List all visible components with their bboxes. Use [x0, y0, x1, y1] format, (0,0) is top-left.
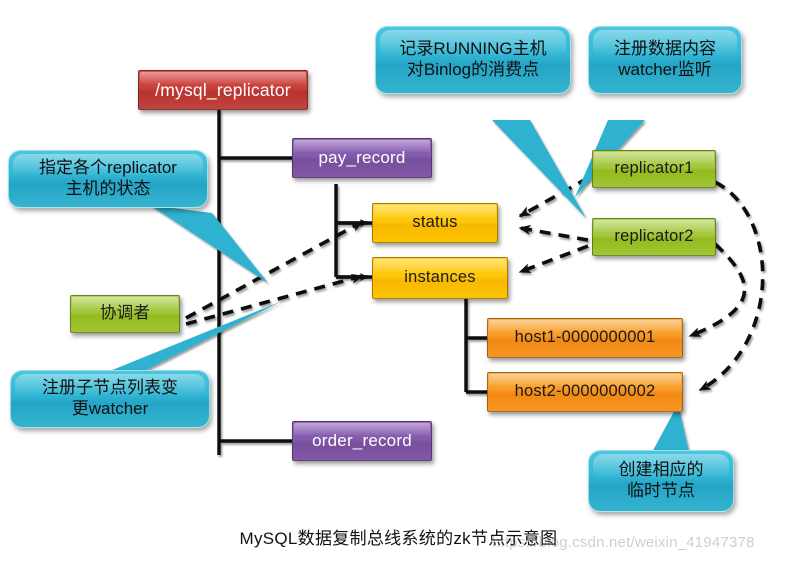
znode-order-record-label: order_record [312, 431, 412, 451]
callout-child-watcher-line1: 注册子节点列表变 [42, 378, 178, 398]
client-coordinator-label: 协调者 [99, 304, 151, 323]
callout-child-watcher[interactable]: 注册子节点列表变 更watcher [10, 370, 210, 428]
tail-status-desc [150, 205, 268, 283]
callout-binlog-desc[interactable]: 记录RUNNING主机 对Binlog的消费点 [375, 26, 571, 94]
callout-data-watcher-line1: 注册数据内容 [614, 39, 716, 59]
diagram-canvas: /mysql_replicator pay_record order_recor… [0, 0, 797, 570]
znode-host1-label: host1-0000000001 [514, 328, 656, 347]
znode-host1[interactable]: host1-0000000001 [487, 318, 683, 358]
callout-ephemeral-create-line1: 创建相应的 [618, 460, 704, 480]
znode-instances[interactable]: instances [372, 257, 508, 299]
znode-root-label: /mysql_replicator [155, 79, 291, 100]
client-replicator2[interactable]: replicator2 [592, 218, 716, 256]
znode-pay-record[interactable]: pay_record [292, 138, 432, 178]
client-replicator1[interactable]: replicator1 [592, 150, 716, 188]
callout-data-watcher[interactable]: 注册数据内容 watcher监听 [588, 26, 742, 94]
znode-instances-label: instances [404, 268, 476, 287]
znode-status-label: status [412, 213, 458, 232]
znode-order-record[interactable]: order_record [292, 421, 432, 461]
znode-root[interactable]: /mysql_replicator [138, 70, 308, 110]
client-replicator2-label: replicator2 [614, 227, 694, 246]
znode-pay-record-label: pay_record [318, 148, 406, 168]
client-coordinator[interactable]: 协调者 [70, 295, 180, 333]
callout-data-watcher-line2: watcher监听 [618, 60, 712, 79]
znode-status[interactable]: status [372, 203, 498, 243]
callout-ephemeral-create-line2: 临时节点 [627, 481, 695, 500]
callout-status-desc[interactable]: 指定各个replicator 主机的状态 [8, 150, 208, 208]
callout-status-desc-line2: 主机的状态 [65, 179, 151, 198]
client-replicator1-label: replicator1 [614, 159, 694, 178]
callout-binlog-desc-line1: 记录RUNNING主机 [399, 39, 547, 59]
callout-binlog-desc-line2: 对Binlog的消费点 [406, 60, 540, 79]
diagram-caption: MySQL数据复制总线系统的zk节点示意图 [239, 529, 558, 548]
znode-host2-label: host2-0000000002 [514, 382, 656, 401]
tail-binlog-desc [492, 120, 586, 218]
znode-host2[interactable]: host2-0000000002 [487, 372, 683, 412]
callout-status-desc-line1: 指定各个replicator [39, 158, 177, 178]
callout-ephemeral-create[interactable]: 创建相应的 临时节点 [588, 450, 734, 512]
callout-child-watcher-line2: 更watcher [71, 399, 149, 418]
